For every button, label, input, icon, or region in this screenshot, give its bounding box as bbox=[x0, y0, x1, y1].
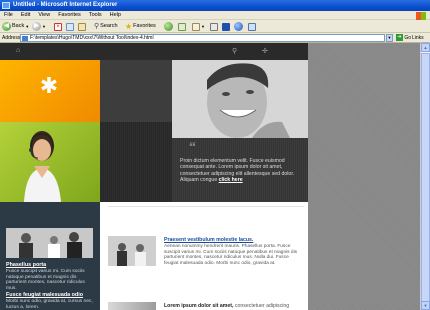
address-label: Address bbox=[2, 35, 21, 41]
title-bar: Untitled - Microsoft Internet Explorer bbox=[0, 0, 430, 11]
content-divider bbox=[108, 206, 304, 207]
messenger-icon bbox=[234, 22, 243, 31]
quote-panel: “ Proin dictum elementum velit. Fusce eu… bbox=[172, 138, 308, 202]
search-label: Search bbox=[100, 23, 118, 29]
business-people-thumbnail bbox=[6, 228, 93, 258]
mail-icon bbox=[192, 22, 200, 31]
links-label: Links bbox=[412, 35, 424, 41]
history-button[interactable] bbox=[178, 21, 186, 32]
quote-text: Proin dictum elementum velit. Fusce euis… bbox=[180, 158, 306, 183]
print-button[interactable] bbox=[210, 21, 218, 32]
page-icon bbox=[22, 36, 28, 41]
edit-icon bbox=[222, 22, 230, 31]
vertical-scrollbar[interactable]: ▲ ▼ bbox=[420, 43, 430, 310]
history-icon bbox=[178, 22, 186, 31]
news-item2-title: Lorem ipsum dolor sit amet, consectetuer… bbox=[164, 303, 289, 309]
people-image bbox=[6, 228, 93, 258]
news-image-1 bbox=[108, 236, 156, 266]
home-nav-icon[interactable]: ⌂ bbox=[16, 47, 20, 54]
news-item1-title[interactable]: Praesent vestibulum molestie lacus. bbox=[164, 237, 253, 243]
scroll-thumb[interactable] bbox=[421, 53, 430, 308]
back-label: Back bbox=[12, 23, 25, 29]
main-content: Praesent vestibulum molestie lacus. Aene… bbox=[100, 202, 308, 310]
ie-app-icon bbox=[2, 2, 10, 9]
news-item2-title-text: Lorem ipsum dolor sit amet, bbox=[164, 303, 234, 309]
forward-arrow-icon: ▶ bbox=[32, 22, 41, 31]
favorites-label: Favorites bbox=[133, 23, 156, 29]
menu-bar: File Edit View Favorites Tools Help bbox=[0, 11, 430, 20]
green-tile bbox=[0, 122, 100, 202]
mail-button[interactable]: ▼ bbox=[192, 21, 205, 32]
address-bar: Address F:\templates\Hugo\TMD\xxx\7\With… bbox=[0, 33, 430, 43]
refresh-button[interactable] bbox=[66, 21, 74, 32]
messenger-button[interactable] bbox=[234, 21, 243, 32]
menu-favorites[interactable]: Favorites bbox=[54, 11, 85, 20]
news-photo-1 bbox=[108, 236, 156, 266]
menu-tools[interactable]: Tools bbox=[85, 11, 106, 20]
news-image-2 bbox=[108, 302, 156, 310]
browser-window: Untitled - Microsoft Internet Explorer F… bbox=[0, 0, 430, 310]
search-button[interactable]: ⚲ Search bbox=[94, 21, 118, 32]
home-button[interactable] bbox=[78, 21, 86, 32]
stop-button[interactable]: × bbox=[54, 21, 62, 32]
research-button[interactable] bbox=[248, 21, 256, 32]
back-dropdown-icon: ▼ bbox=[25, 24, 30, 29]
home-icon bbox=[78, 22, 86, 31]
orange-logo-tile: ✱ bbox=[0, 60, 100, 122]
sidebar-item2-text: Morbi nunc odio, gravida at, cursus nec,… bbox=[6, 299, 93, 310]
print-icon bbox=[210, 22, 218, 31]
window-title: Untitled - Microsoft Internet Explorer bbox=[13, 2, 118, 8]
search-nav-icon[interactable]: ⚲ bbox=[232, 47, 237, 55]
dark-tile bbox=[100, 60, 172, 122]
research-icon bbox=[248, 22, 256, 31]
menu-help[interactable]: Help bbox=[106, 11, 125, 20]
news-item1-text: Aenean nonummy hendrerit mauris. Phasell… bbox=[164, 244, 298, 267]
favorites-star-icon: ★ bbox=[125, 22, 133, 31]
back-arrow-icon: ◀ bbox=[2, 22, 11, 31]
links-button[interactable]: Links bbox=[412, 34, 424, 42]
refresh-icon bbox=[66, 22, 74, 31]
sidebar-item1-title[interactable]: Phasellus porta bbox=[6, 262, 46, 268]
edit-button[interactable] bbox=[222, 21, 230, 32]
sidebar-item2-title[interactable]: Fusce feugiat malesuada odio bbox=[6, 292, 83, 298]
page-viewport: ⌂ ⚲ ✢ ✱ “ Proin dictum elementum velit. … bbox=[0, 43, 308, 310]
media-button[interactable] bbox=[164, 21, 173, 32]
left-sidebar: Phasellus porta Fusce suscipit varius mi… bbox=[0, 202, 100, 310]
stop-icon: × bbox=[54, 22, 62, 31]
menu-file[interactable]: File bbox=[0, 11, 17, 20]
scroll-down-icon[interactable]: ▼ bbox=[421, 301, 430, 310]
quote-mark-icon: “ bbox=[189, 140, 196, 155]
forward-dropdown-icon: ▼ bbox=[42, 24, 46, 29]
go-label: Go bbox=[404, 35, 412, 41]
dark-pattern-tile bbox=[100, 122, 172, 202]
media-icon bbox=[164, 22, 173, 31]
empty-page-background bbox=[308, 43, 420, 310]
scroll-up-icon[interactable]: ▲ bbox=[421, 43, 430, 52]
favorites-button[interactable]: ★ Favorites bbox=[125, 21, 156, 32]
man-portrait-image bbox=[172, 60, 308, 138]
address-url: F:\templates\Hugo\TMD\xxx\7\Without Tool… bbox=[30, 35, 154, 41]
address-dropdown-icon[interactable]: ▼ bbox=[386, 34, 393, 42]
site-top-bar: ⌂ ⚲ ✢ bbox=[0, 43, 308, 60]
standard-toolbar: ◀ Back ▼ ▶ ▼ × ⚲ Search ★ Favorites ▼ bbox=[0, 20, 430, 33]
windows-logo-icon bbox=[416, 12, 426, 20]
mail-dropdown-icon: ▼ bbox=[201, 24, 205, 29]
star-logo-icon: ✱ bbox=[39, 73, 59, 98]
sitemap-nav-icon[interactable]: ✢ bbox=[262, 47, 268, 55]
news-item2-text: consectetuer adipiscing bbox=[234, 303, 290, 309]
go-button[interactable]: ➜ Go bbox=[396, 34, 411, 42]
menu-edit[interactable]: Edit bbox=[17, 11, 34, 20]
sidebar-item1-text: Fusce suscipit varius mi. Cum sociis nat… bbox=[6, 269, 85, 292]
click-here-link[interactable]: click here bbox=[219, 177, 243, 183]
go-arrow-icon: ➜ bbox=[396, 34, 403, 42]
back-button[interactable]: ◀ Back ▼ bbox=[2, 21, 29, 32]
headset-woman-photo bbox=[24, 131, 61, 202]
search-icon: ⚲ bbox=[94, 23, 100, 30]
address-input[interactable]: F:\templates\Hugo\TMD\xxx\7\Without Tool… bbox=[20, 34, 385, 42]
menu-view[interactable]: View bbox=[34, 11, 54, 20]
forward-button[interactable]: ▶ ▼ bbox=[32, 21, 46, 32]
